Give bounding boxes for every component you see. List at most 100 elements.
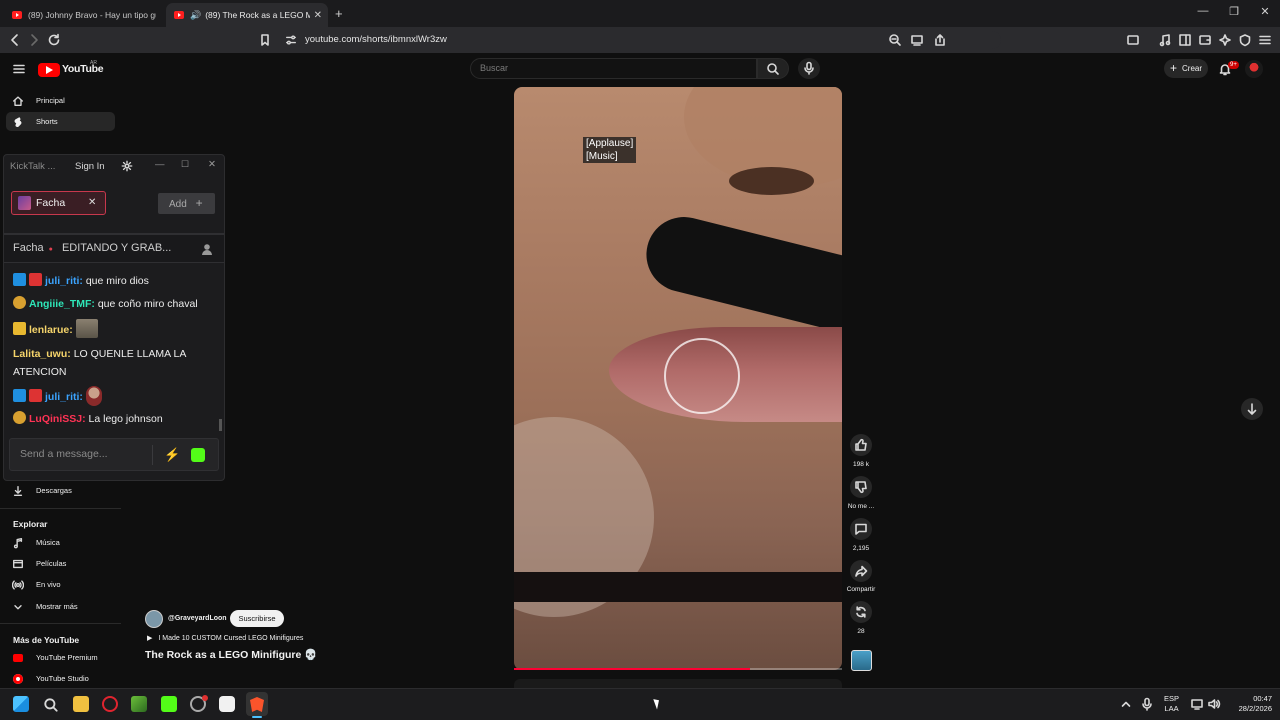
chat-scrollbar[interactable] — [219, 419, 222, 431]
url-text: youtube.com/shorts/ibmnxlWr3zw — [305, 34, 447, 45]
chat-username[interactable]: lenlarue: — [29, 324, 73, 336]
chat-username[interactable]: Angiiie_TMF: — [29, 298, 95, 310]
kicktalk-channel-tab[interactable]: Facha ✕ — [11, 191, 106, 215]
sidebar-item-studio[interactable]: YouTube Studio — [6, 669, 115, 688]
video-progress-track[interactable] — [750, 668, 842, 670]
language-indicator[interactable]: ESP LAA — [1164, 694, 1179, 714]
chat-message-input[interactable]: Send a message... ⚡ — [9, 438, 219, 471]
sidebar-item-label: Shorts — [36, 117, 58, 126]
tray-chevron-up-icon[interactable] — [1119, 697, 1133, 711]
short-video-player[interactable] — [514, 87, 842, 670]
next-short-button[interactable] — [1241, 398, 1263, 420]
remix-count: 28 — [857, 628, 865, 635]
new-tab-button[interactable]: + — [335, 6, 343, 21]
browser-tab-active[interactable]: 🔊 (89) The Rock as a LEGO Minif ✕ — [166, 3, 328, 27]
sidebar-item-show-more[interactable]: Mostrar más — [6, 597, 115, 616]
dislike-label: No me ... — [847, 503, 875, 510]
create-button[interactable]: + Crear — [1164, 59, 1208, 78]
language-code: ESP — [1164, 694, 1180, 703]
close-tab-icon[interactable]: ✕ — [88, 197, 96, 208]
tray-microphone-icon[interactable] — [1140, 697, 1154, 711]
kick-close-button[interactable]: ✕ — [208, 159, 216, 170]
sidebar-toggle-icon[interactable] — [1178, 33, 1192, 47]
sidebar-item-shorts[interactable]: Shorts — [6, 112, 115, 131]
kick-maximize-button[interactable]: ☐ — [181, 159, 189, 170]
clock[interactable]: 00:47 28/2/2026 — [1226, 694, 1272, 714]
chat-message: Lalita_uwu: LO QUENLE LLAMA LA ATENCION — [13, 346, 218, 381]
kick-minimize-button[interactable]: — — [155, 159, 165, 170]
sidebar-item-music[interactable]: Música — [6, 533, 115, 552]
vpn-icon[interactable] — [1238, 33, 1252, 47]
cast-icon[interactable] — [910, 33, 924, 47]
channel-name: Facha — [13, 242, 44, 254]
sidebar-item-movies[interactable]: Películas — [6, 554, 115, 573]
subscribe-button[interactable]: Suscribirse — [230, 610, 284, 627]
youtube-logo-icon[interactable] — [38, 63, 60, 77]
brave-taskbar-icon[interactable] — [250, 697, 264, 712]
like-button[interactable] — [850, 434, 872, 456]
chat-username[interactable]: juli_riti: — [45, 391, 83, 403]
minecraft-icon[interactable] — [131, 696, 147, 712]
share-button[interactable] — [850, 560, 872, 582]
capcut-icon[interactable] — [219, 696, 235, 712]
sign-in-button[interactable]: Sign In — [75, 161, 105, 172]
audio-track-thumbnail[interactable] — [851, 650, 872, 671]
hamburger-menu-icon[interactable] — [12, 62, 26, 76]
menu-icon[interactable] — [1258, 33, 1272, 47]
add-channel-button[interactable]: Add + — [158, 193, 215, 214]
close-tab-icon[interactable]: ✕ — [314, 10, 322, 21]
settings-gear-icon[interactable] — [121, 160, 133, 172]
share-page-icon[interactable] — [933, 33, 947, 47]
dislike-button[interactable] — [850, 476, 872, 498]
emote-picker-icon[interactable]: ⚡ — [164, 439, 180, 470]
next-short-preview[interactable] — [514, 679, 842, 688]
tab-label: Facha — [36, 197, 66, 209]
sidebar-item-live[interactable]: En vivo — [6, 575, 115, 594]
sidebar-item-downloads[interactable]: Descargas — [6, 481, 115, 500]
remix-icon — [856, 606, 866, 618]
kicktalk-titlebar[interactable]: KickTalk ... Sign In — ☐ ✕ — [4, 155, 224, 180]
screenshot-icon[interactable] — [1126, 33, 1140, 47]
zoom-icon[interactable] — [888, 33, 902, 47]
playlist-link[interactable]: ▶ I Made 10 CUSTOM Cursed LEGO Minifigure… — [147, 634, 303, 642]
file-explorer-icon[interactable] — [73, 696, 89, 712]
sidebar-item-label: En vivo — [36, 580, 61, 589]
taskbar-search-icon[interactable] — [43, 697, 59, 713]
search-input[interactable]: Buscar — [470, 58, 757, 79]
chat-username[interactable]: Lalita_uwu: — [13, 348, 71, 360]
media-icon[interactable] — [1158, 33, 1172, 47]
search-button[interactable] — [757, 58, 789, 79]
chat-username[interactable]: LuQiniSSJ: — [29, 413, 86, 425]
site-settings-icon[interactable] — [285, 34, 297, 46]
channel-handle[interactable]: @GraveyardLoon — [168, 615, 227, 622]
browser-tab[interactable]: (89) Johnny Bravo - Hay un tipo guap — [4, 3, 164, 27]
wallet-icon[interactable] — [1198, 33, 1212, 47]
opera-icon[interactable] — [102, 696, 118, 712]
maximize-button[interactable]: ❐ — [1224, 5, 1244, 18]
chat-username[interactable]: juli_riti: — [45, 275, 83, 287]
sidebar-item-premium[interactable]: YouTube Premium — [6, 648, 115, 667]
leo-ai-icon[interactable] — [1218, 33, 1232, 47]
kick-emote-icon[interactable] — [191, 448, 205, 462]
user-icon[interactable] — [200, 242, 214, 256]
minimize-button[interactable]: — — [1193, 5, 1213, 17]
back-icon[interactable] — [8, 33, 22, 47]
volume-icon[interactable] — [1207, 697, 1221, 711]
emote-image — [85, 386, 102, 406]
avatar[interactable] — [1245, 60, 1263, 78]
display-icon[interactable] — [1190, 697, 1204, 711]
bookmark-icon[interactable] — [258, 33, 272, 47]
microphone-icon — [804, 61, 814, 75]
video-progress-bar[interactable] — [514, 668, 750, 670]
reload-icon[interactable] — [47, 33, 61, 47]
remix-button[interactable] — [850, 601, 872, 623]
channel-avatar[interactable] — [145, 610, 163, 628]
close-window-button[interactable]: ✕ — [1255, 5, 1275, 18]
voice-search-button[interactable] — [798, 58, 820, 79]
youtube-logo-text[interactable]: YouTube — [62, 63, 104, 75]
comments-button[interactable] — [850, 518, 872, 540]
windows-start-icon[interactable] — [13, 696, 29, 712]
kick-app-icon[interactable] — [161, 696, 177, 712]
sidebar-item-home[interactable]: Principal — [6, 91, 115, 110]
forward-icon[interactable] — [27, 33, 41, 47]
